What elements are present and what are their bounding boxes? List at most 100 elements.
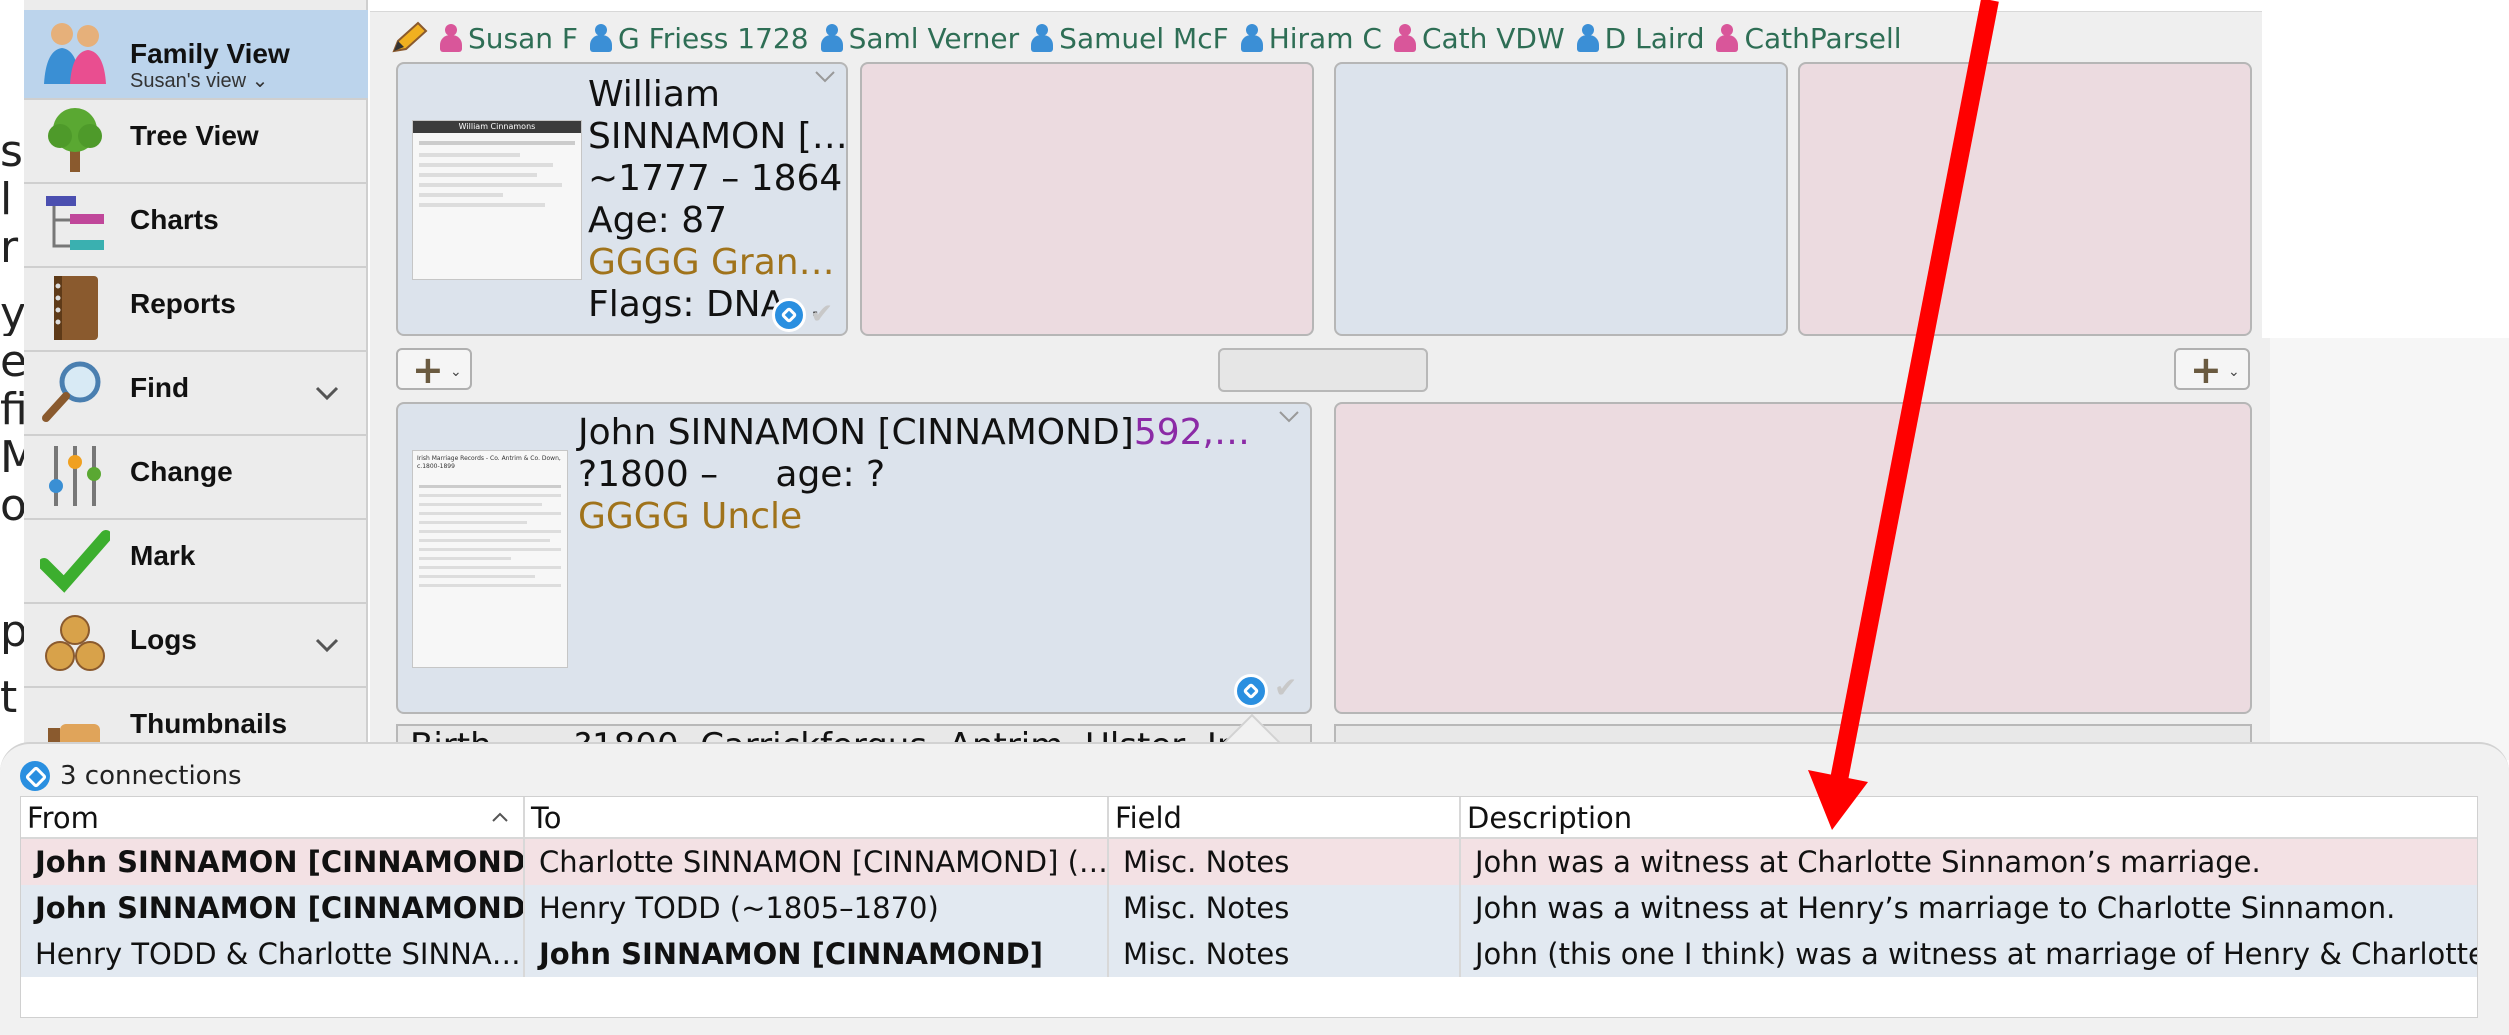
magnifier-icon bbox=[42, 361, 101, 422]
empty-person-card[interactable] bbox=[1334, 62, 1788, 336]
female-person-icon bbox=[1393, 24, 1416, 52]
sidebar-item-charts[interactable]: Charts bbox=[24, 182, 368, 268]
sidebar-item-label: Find bbox=[130, 372, 190, 403]
column-header-label: Field bbox=[1115, 801, 1182, 835]
thumbnail-title: William Cinnamons bbox=[413, 121, 581, 133]
left-partial-text-strip: s l r y e fi M o p t bbox=[0, 0, 24, 760]
sidebar-item-label: Thumbnails bbox=[130, 708, 288, 739]
cell-description: John was a witness at Charlotte Sinnamon… bbox=[1475, 845, 2261, 879]
view-selector[interactable]: Susan's view ⌄ bbox=[130, 68, 268, 93]
empty-person-card[interactable] bbox=[1334, 402, 2252, 714]
add-person-button[interactable]: + ⌄ bbox=[396, 348, 472, 392]
bookmark-saml-verner[interactable]: Saml Verner bbox=[820, 21, 1020, 55]
empty-person-card[interactable] bbox=[860, 62, 1314, 336]
bookmark-susan-f[interactable]: Susan F bbox=[440, 22, 578, 55]
bookmark-label: Cath VDW bbox=[1421, 21, 1565, 55]
plus-icon: + bbox=[412, 348, 444, 392]
bookmark-hiram-c[interactable]: Hiram C bbox=[1240, 21, 1382, 55]
sidebar-item-label: Family View bbox=[130, 38, 290, 69]
bookmark-g-friess[interactable]: G Friess 1728 bbox=[590, 22, 809, 55]
sidebar-item-label: Reports bbox=[130, 288, 236, 319]
bookmarks-bar: Susan F G Friess 1728 Saml Verner Samuel… bbox=[390, 18, 1902, 58]
table-row[interactable]: John SINNAMON [CINNAMOND] Henry TODD (~1… bbox=[21, 885, 2477, 931]
column-header-to[interactable]: To bbox=[525, 797, 1109, 839]
connections-link-icon bbox=[20, 761, 50, 791]
chevron-down-icon bbox=[315, 386, 339, 401]
bookmark-label: D Laird bbox=[1604, 21, 1705, 55]
sidebar-item-label: Logs bbox=[130, 624, 197, 655]
center-control[interactable] bbox=[1218, 348, 1428, 392]
column-header-label: From bbox=[27, 801, 99, 835]
bookmark-cathparsell[interactable]: CathParsell bbox=[1716, 21, 1902, 55]
sidebar-item-label: Charts bbox=[130, 204, 219, 235]
cell-to: Henry TODD (~1805–1870) bbox=[525, 885, 1109, 931]
media-thumbnail[interactable]: William Cinnamons bbox=[412, 120, 582, 280]
bookmark-label: Hiram C bbox=[1268, 21, 1382, 55]
bookmark-cath-vdw[interactable]: Cath VDW bbox=[1393, 21, 1565, 55]
sidebar-item-find[interactable]: Find bbox=[24, 350, 368, 436]
column-header-label: To bbox=[531, 801, 562, 835]
sidebar-item-family-view[interactable]: Family View Susan's view ⌄ bbox=[24, 10, 368, 100]
cell-field: Misc. Notes bbox=[1109, 839, 1461, 885]
column-header-field[interactable]: Field bbox=[1109, 797, 1461, 839]
sidebar-item-tree-view[interactable]: Tree View bbox=[24, 98, 368, 184]
thumbnail-title: Irish Marriage Records - Co. Antrim & Co… bbox=[417, 455, 561, 470]
person-name: William bbox=[588, 74, 720, 115]
person-card-john[interactable]: Irish Marriage Records - Co. Antrim & Co… bbox=[396, 402, 1312, 714]
column-header-description[interactable]: Description bbox=[1461, 797, 2477, 839]
relationship-label: GGGG Gran… bbox=[588, 242, 835, 283]
chevron-down-icon: ⌄ bbox=[251, 70, 269, 92]
empty-person-card[interactable] bbox=[1798, 62, 2252, 336]
sliders-icon bbox=[49, 446, 101, 506]
person-name-cont: SINNAMON [… bbox=[588, 116, 848, 157]
connections-link-icon[interactable] bbox=[1234, 674, 1268, 708]
add-person-button[interactable]: + ⌄ bbox=[2174, 348, 2250, 392]
chevron-down-icon[interactable] bbox=[814, 70, 836, 84]
bookmark-label: Samuel McF bbox=[1059, 21, 1229, 55]
sidebar-item-change[interactable]: Change bbox=[24, 434, 368, 520]
table-row[interactable]: Henry TODD & Charlotte SINNA… John SINNA… bbox=[21, 931, 2477, 977]
person-card-william[interactable]: William Cinnamons William SINNAMON [… ~1… bbox=[396, 62, 848, 336]
media-thumbnail[interactable]: Irish Marriage Records - Co. Antrim & Co… bbox=[412, 450, 568, 668]
cell-to: Charlotte SINNAMON [CINNAMOND] (… bbox=[525, 839, 1109, 885]
person-dates: ?1800 – age: ? bbox=[578, 454, 886, 495]
table-row[interactable]: John SINNAMON [CINNAMOND] Charlotte SINN… bbox=[21, 839, 2477, 885]
bookmark-label: CathParsell bbox=[1744, 21, 1902, 55]
connections-link-icon[interactable] bbox=[772, 298, 806, 332]
sort-ascending-icon bbox=[492, 812, 508, 822]
cell-from: John SINNAMON [CINNAMOND] bbox=[21, 885, 525, 931]
cell-from: John SINNAMON [CINNAMOND] bbox=[21, 839, 525, 885]
bookmark-label: Susan F bbox=[468, 21, 579, 55]
sidebar-item-mark[interactable]: Mark bbox=[24, 518, 368, 604]
log-stack-icon bbox=[45, 615, 105, 671]
cell-from: Henry TODD & Charlotte SINNA… bbox=[21, 931, 525, 977]
chart-icon bbox=[46, 196, 104, 250]
check-icon[interactable]: ✔ bbox=[1274, 674, 1302, 702]
person-name: John SINNAMON [CINNAMOND] bbox=[578, 412, 1134, 453]
column-header-from[interactable]: From bbox=[21, 797, 525, 839]
relationship-label: GGGG Uncle bbox=[578, 496, 803, 537]
family-people-icon bbox=[44, 23, 106, 84]
connections-header: 3 connections bbox=[20, 758, 242, 794]
male-person-icon bbox=[820, 24, 843, 52]
cell-description: John was a witness at Henry’s marriage t… bbox=[1475, 891, 2396, 925]
book-icon bbox=[54, 276, 98, 340]
top-toolbar-strip bbox=[370, 0, 2262, 12]
bookmark-d-laird[interactable]: D Laird bbox=[1576, 21, 1705, 55]
person-dates: ~1777 – 1864 bbox=[588, 158, 843, 199]
chevron-down-icon[interactable] bbox=[1278, 410, 1300, 424]
person-name-line: John SINNAMON [CINNAMOND]592,… bbox=[578, 412, 1250, 454]
pencil-icon[interactable] bbox=[390, 21, 428, 55]
sidebar: Family View Susan's view ⌄ Tree View Cha… bbox=[24, 0, 368, 760]
female-person-icon bbox=[1716, 24, 1739, 52]
check-icon[interactable]: ✔ bbox=[810, 300, 838, 328]
person-id: 592,… bbox=[1133, 412, 1250, 453]
bookmark-samuel-mcf[interactable]: Samuel McF bbox=[1031, 22, 1229, 55]
bookmark-label: Saml Verner bbox=[848, 21, 1020, 55]
sidebar-item-reports[interactable]: Reports bbox=[24, 266, 368, 352]
female-person-icon bbox=[440, 24, 462, 52]
male-person-icon bbox=[1576, 24, 1599, 52]
right-grey-area bbox=[2270, 338, 2509, 760]
bookmark-label: G Friess 1728 bbox=[618, 21, 809, 55]
sidebar-item-logs[interactable]: Logs bbox=[24, 602, 368, 688]
